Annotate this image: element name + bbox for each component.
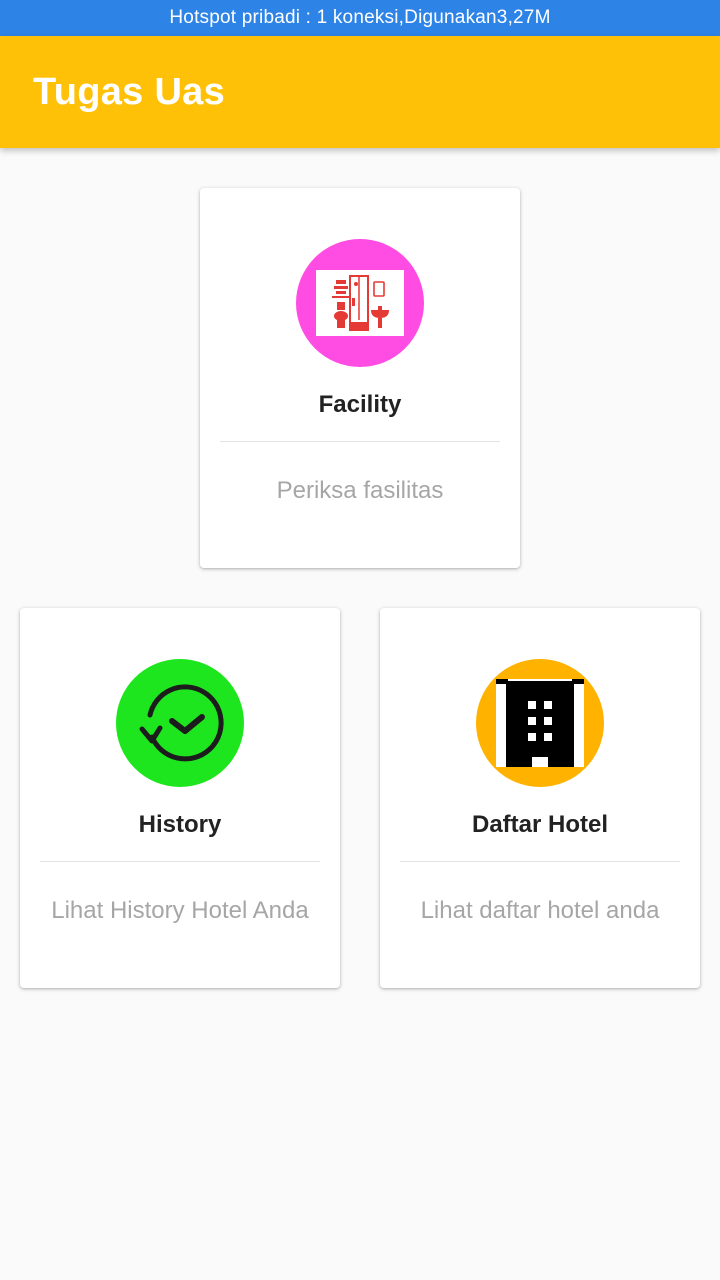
- hotel-list-card[interactable]: Daftar Hotel Lihat daftar hotel anda: [380, 608, 700, 988]
- bathroom-facility-icon: [296, 239, 424, 367]
- history-description: Lihat History Hotel Anda: [51, 897, 309, 924]
- divider: [220, 441, 500, 442]
- history-card[interactable]: History Lihat History Hotel Anda: [20, 608, 340, 988]
- divider: [400, 861, 680, 862]
- history-title: History: [138, 811, 222, 838]
- status-bar-text: Hotspot pribadi : 1 koneksi,Digunakan3,2…: [169, 7, 551, 28]
- divider: [40, 861, 320, 862]
- history-clock-icon: [116, 659, 244, 787]
- hotel-list-title: Daftar Hotel: [471, 811, 609, 838]
- facility-description: Periksa fasilitas: [276, 477, 444, 504]
- hotel-building-icon: [476, 659, 604, 787]
- facility-title: Facility: [318, 391, 402, 418]
- facility-card[interactable]: Facility Periksa fasilitas: [200, 188, 520, 568]
- app-title: Tugas Uas: [33, 70, 226, 113]
- status-bar: Hotspot pribadi : 1 koneksi,Digunakan3,2…: [0, 0, 720, 36]
- app-bar: Tugas Uas: [0, 36, 720, 148]
- hotel-list-description: Lihat daftar hotel anda: [420, 897, 660, 924]
